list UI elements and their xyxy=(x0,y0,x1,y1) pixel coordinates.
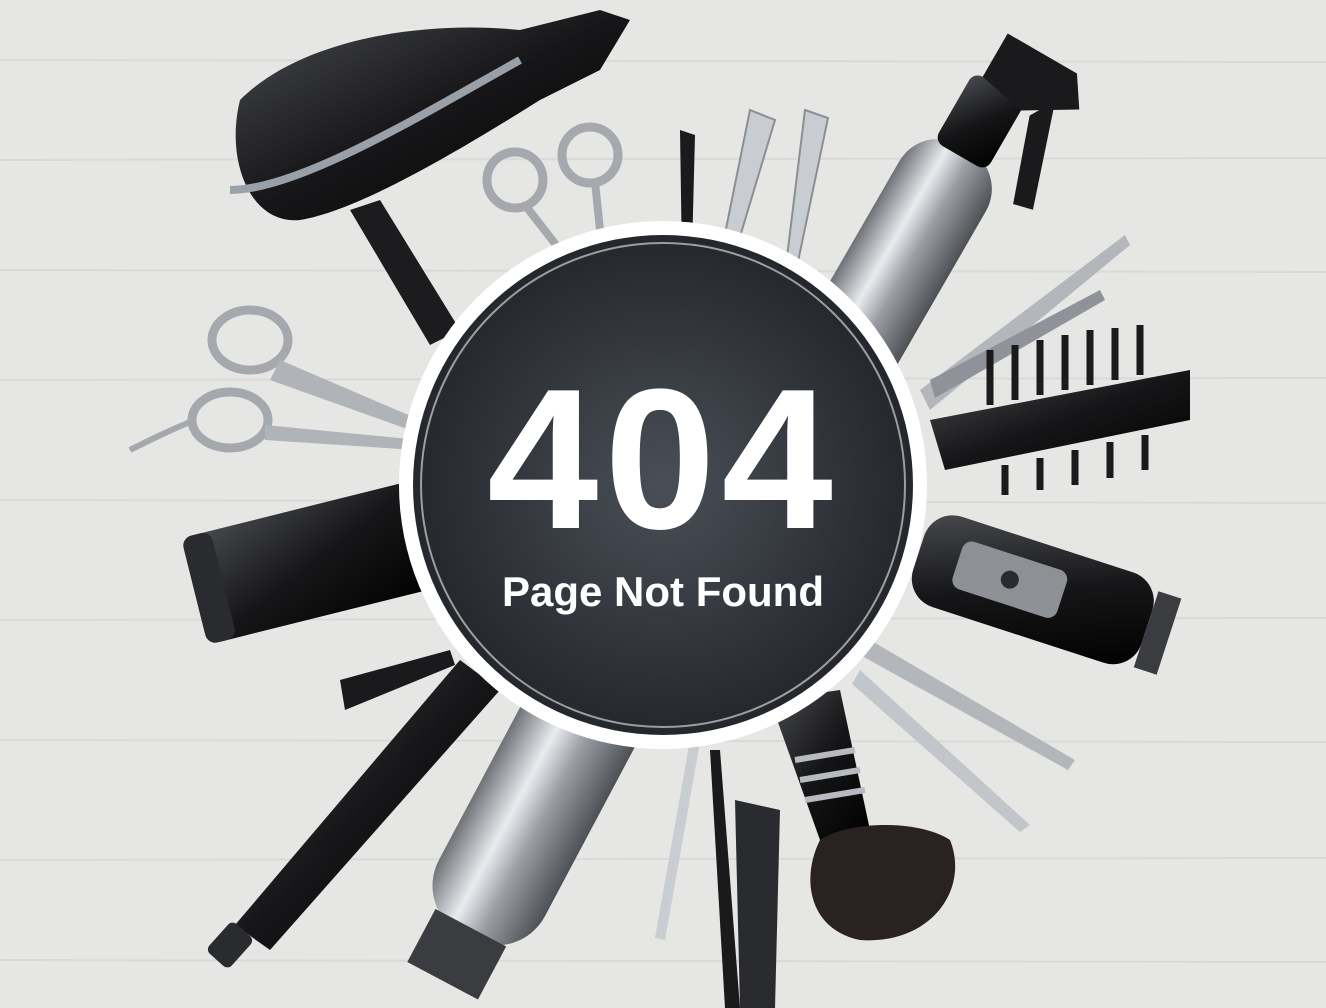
error-code: 404 xyxy=(487,348,839,571)
error-message: Page Not Found xyxy=(502,568,824,615)
